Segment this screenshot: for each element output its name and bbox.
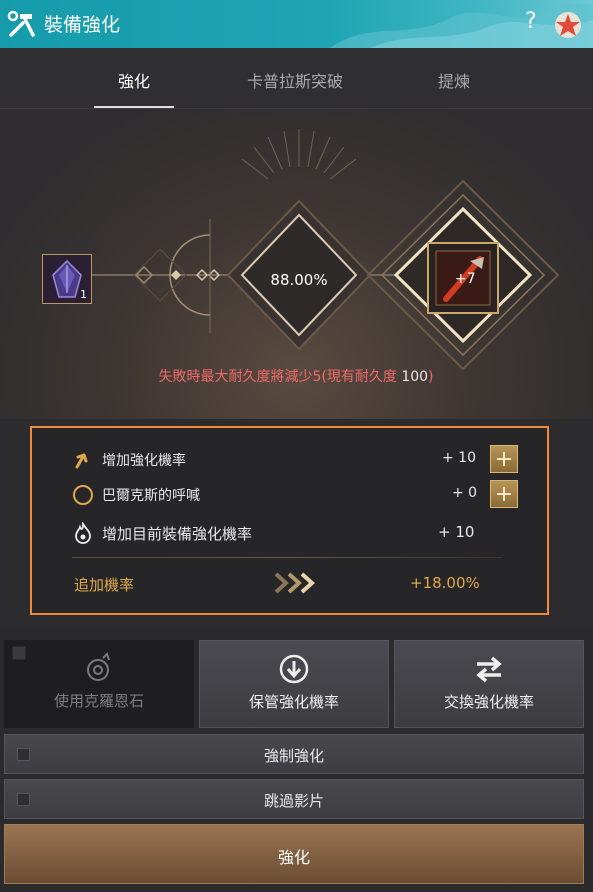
arrow-down-circle-icon bbox=[279, 654, 309, 684]
tab-refine[interactable]: 提煉 bbox=[438, 68, 470, 92]
swap-rate-label: 交換強化機率 bbox=[443, 693, 534, 711]
panel-divider bbox=[72, 557, 502, 558]
bonus-row-enhance-rate: 增加強化機率 + 10 bbox=[72, 445, 552, 475]
additional-rate-value: +18.00% bbox=[410, 574, 480, 592]
tab-enhance[interactable]: 強化 bbox=[118, 68, 150, 92]
arrow-up-icon bbox=[75, 453, 88, 469]
window-header: 裝備強化 ? bbox=[0, 0, 593, 48]
force-enhance-toggle[interactable]: 強制強化 bbox=[4, 734, 584, 774]
keep-rate-label: 保管強化機率 bbox=[248, 693, 339, 711]
item-enhance-level: +7 bbox=[455, 271, 476, 287]
material-count: 1 bbox=[80, 288, 87, 301]
bonus-rate-panel: 增加強化機率 + 10 巴爾克斯的呼喊 + 0 增加目前裝備強化機率 + 10 … bbox=[30, 426, 549, 615]
cron-stone-icon bbox=[87, 652, 110, 681]
cron-stone-label: 使用克羅恩石 bbox=[53, 692, 144, 710]
cron-stone-option[interactable]: 使用克羅恩石 bbox=[4, 640, 194, 728]
bonus-label: 巴爾克斯的呼喊 bbox=[102, 488, 200, 504]
bonus-value: + 10 bbox=[442, 450, 476, 466]
cron-stone-checkbox[interactable] bbox=[12, 646, 26, 660]
star-icon[interactable] bbox=[553, 10, 583, 40]
warning-text: 失敗時最大耐久度將減少5(現有耐久度 bbox=[158, 369, 402, 385]
enhance-button-label: 強化 bbox=[277, 848, 310, 867]
swap-arrows-icon bbox=[476, 656, 502, 683]
skip-video-label: 跳過影片 bbox=[263, 792, 324, 810]
enhance-button[interactable]: 強化 bbox=[4, 824, 584, 884]
force-enhance-label: 強制強化 bbox=[263, 747, 324, 765]
hammer-wrench-icon bbox=[7, 10, 35, 37]
skip-video-toggle[interactable]: 跳過影片 bbox=[4, 779, 584, 819]
warning-durability: 100 bbox=[401, 369, 429, 385]
tab-kapras-breakthrough[interactable]: 卡普拉斯突破 bbox=[247, 68, 343, 92]
swap-rate-button[interactable]: 交換強化機率 bbox=[394, 640, 584, 728]
triple-chevron-icon bbox=[274, 572, 315, 594]
tab-bar: 強化 卡普拉斯突破 提煉 bbox=[0, 48, 593, 109]
add-balkus-button[interactable] bbox=[490, 480, 518, 508]
durability-warning: 失敗時最大耐久度將減少5(現有耐久度 100) bbox=[158, 366, 433, 386]
bonus-value: + 0 bbox=[452, 485, 478, 501]
bonus-row-current-equipment: 增加目前裝備強化機率 + 10 bbox=[72, 518, 552, 548]
bonus-label: 增加強化機率 bbox=[102, 453, 186, 469]
warning-suffix: ) bbox=[428, 369, 434, 385]
success-rate: 88.00% bbox=[270, 271, 328, 289]
bonus-row-balkus: 巴爾克斯的呼喊 + 0 bbox=[72, 480, 552, 510]
keep-rate-button[interactable]: 保管強化機率 bbox=[199, 640, 389, 728]
enhance-stage: 1 88.00% +7 失敗時最大耐久度將減少5(現有耐久度 100) bbox=[0, 109, 593, 419]
active-tab-indicator bbox=[94, 106, 174, 108]
window-title: 裝備強化 bbox=[44, 14, 121, 36]
help-button[interactable]: ? bbox=[525, 9, 537, 34]
bonus-value: + 10 bbox=[438, 523, 475, 541]
moon-orb-icon bbox=[73, 485, 93, 505]
add-enhance-rate-button[interactable] bbox=[490, 445, 518, 473]
additional-rate-label: 追加機率 bbox=[74, 576, 135, 594]
bonus-label: 增加目前裝備強化機率 bbox=[102, 525, 253, 543]
material-slot[interactable]: 1 bbox=[42, 254, 92, 304]
flame-icon bbox=[75, 522, 91, 544]
